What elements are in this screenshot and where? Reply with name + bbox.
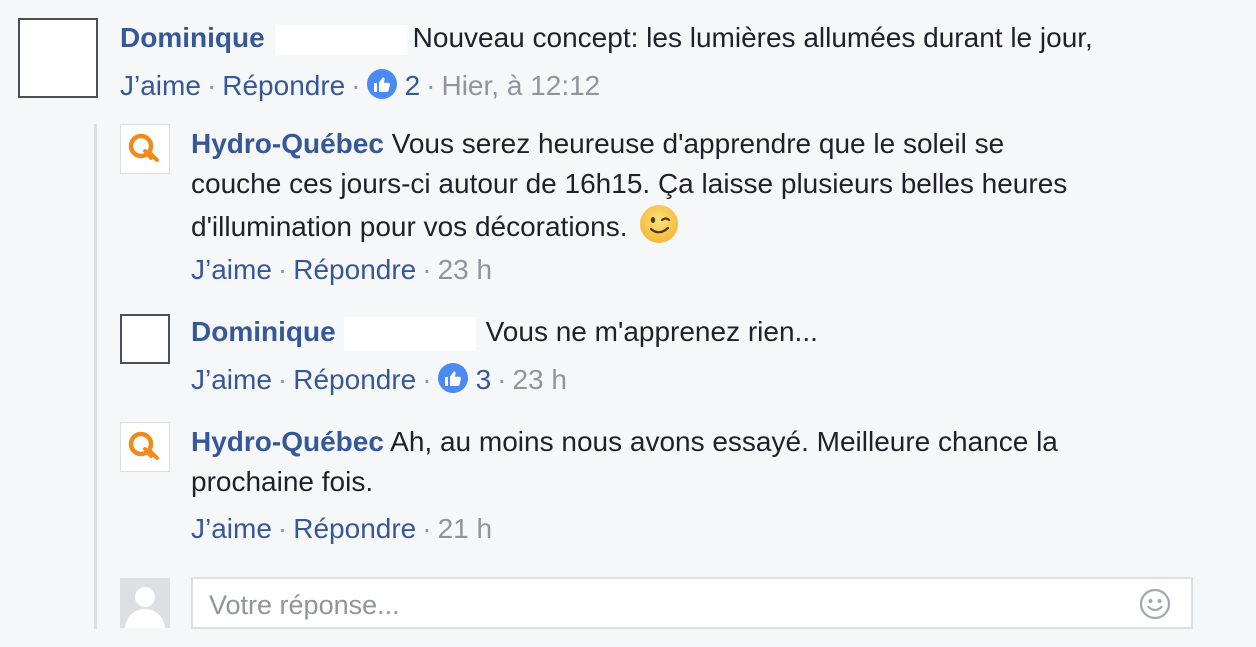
reply-text-line-1: Vous serez heureuse d'apprendre que le s… (391, 128, 1005, 159)
comment-body: Dominique Nouveau concept: les lumières a… (120, 18, 1093, 58)
reply-actions: J’aime · Répondre · 23 h (191, 254, 493, 285)
reply-text-line-2: couche ces jours-ci autour de 16h15. Ça … (191, 168, 1068, 199)
thread-line (94, 124, 97, 629)
reply-link[interactable]: Répondre (222, 70, 345, 101)
default-user-icon (120, 578, 170, 628)
reply-box (191, 577, 1193, 629)
timestamp[interactable]: Hier, à 12:12 (441, 70, 600, 101)
reaction-count[interactable]: 2 (405, 70, 421, 101)
winking-face-emoji-icon (639, 204, 679, 255)
reply-actions: J’aime · Répondre · 21 h (191, 513, 493, 544)
like-link[interactable]: J’aime (191, 254, 272, 285)
reply-link[interactable]: Répondre (293, 364, 416, 395)
like-reaction-icon[interactable] (366, 69, 397, 99)
like-link[interactable]: J’aime (191, 513, 272, 544)
hydro-quebec-logo-icon[interactable] (120, 422, 170, 472)
reply-text-line-2: prochaine fois. (191, 466, 374, 497)
smiley-icon[interactable] (1139, 588, 1171, 620)
avatar[interactable] (120, 314, 170, 364)
reply-link[interactable]: Répondre (293, 254, 416, 285)
current-user-avatar (120, 578, 170, 628)
reply-body: Hydro-Québec Vous serez heureuse d'appre… (191, 124, 1191, 255)
timestamp[interactable]: 21 h (438, 513, 493, 544)
author-name[interactable]: Hydro-Québec (191, 128, 384, 159)
reaction-count[interactable]: 3 (476, 364, 492, 395)
like-link[interactable]: J’aime (120, 70, 201, 101)
avatar[interactable] (18, 18, 98, 98)
redacted-surname (343, 316, 476, 351)
author-name[interactable]: Hydro-Québec (191, 426, 384, 457)
reply-body: Hydro-Québec Ah, au moins nous avons ess… (191, 422, 1191, 502)
comment-text: Nouveau concept: les lumières allumées d… (412, 22, 1093, 53)
reply-body: Dominique Vous ne m'apprenez rien... (191, 312, 818, 352)
reply-actions: J’aime · Répondre · 3 · 23 h (191, 363, 567, 395)
timestamp[interactable]: 23 h (438, 254, 493, 285)
redacted-surname (274, 24, 407, 55)
author-name[interactable]: Dominique (120, 22, 265, 53)
timestamp[interactable]: 23 h (512, 364, 567, 395)
hydro-quebec-logo-icon[interactable] (120, 124, 170, 174)
author-name[interactable]: Dominique (191, 316, 336, 347)
reply-input[interactable] (207, 585, 1111, 625)
reply-text-line-1: Ah, au moins nous avons essayé. Meilleur… (390, 426, 1058, 457)
reply-text-line-3: d'illumination pour vos décorations. (191, 211, 628, 242)
comment-actions: J’aime · Répondre · 2 · Hier, à 12:12 (120, 69, 601, 101)
reply-link[interactable]: Répondre (293, 513, 416, 544)
like-reaction-icon[interactable] (437, 363, 468, 393)
like-link[interactable]: J’aime (191, 364, 272, 395)
reply-text: Vous ne m'apprenez rien... (485, 316, 818, 347)
